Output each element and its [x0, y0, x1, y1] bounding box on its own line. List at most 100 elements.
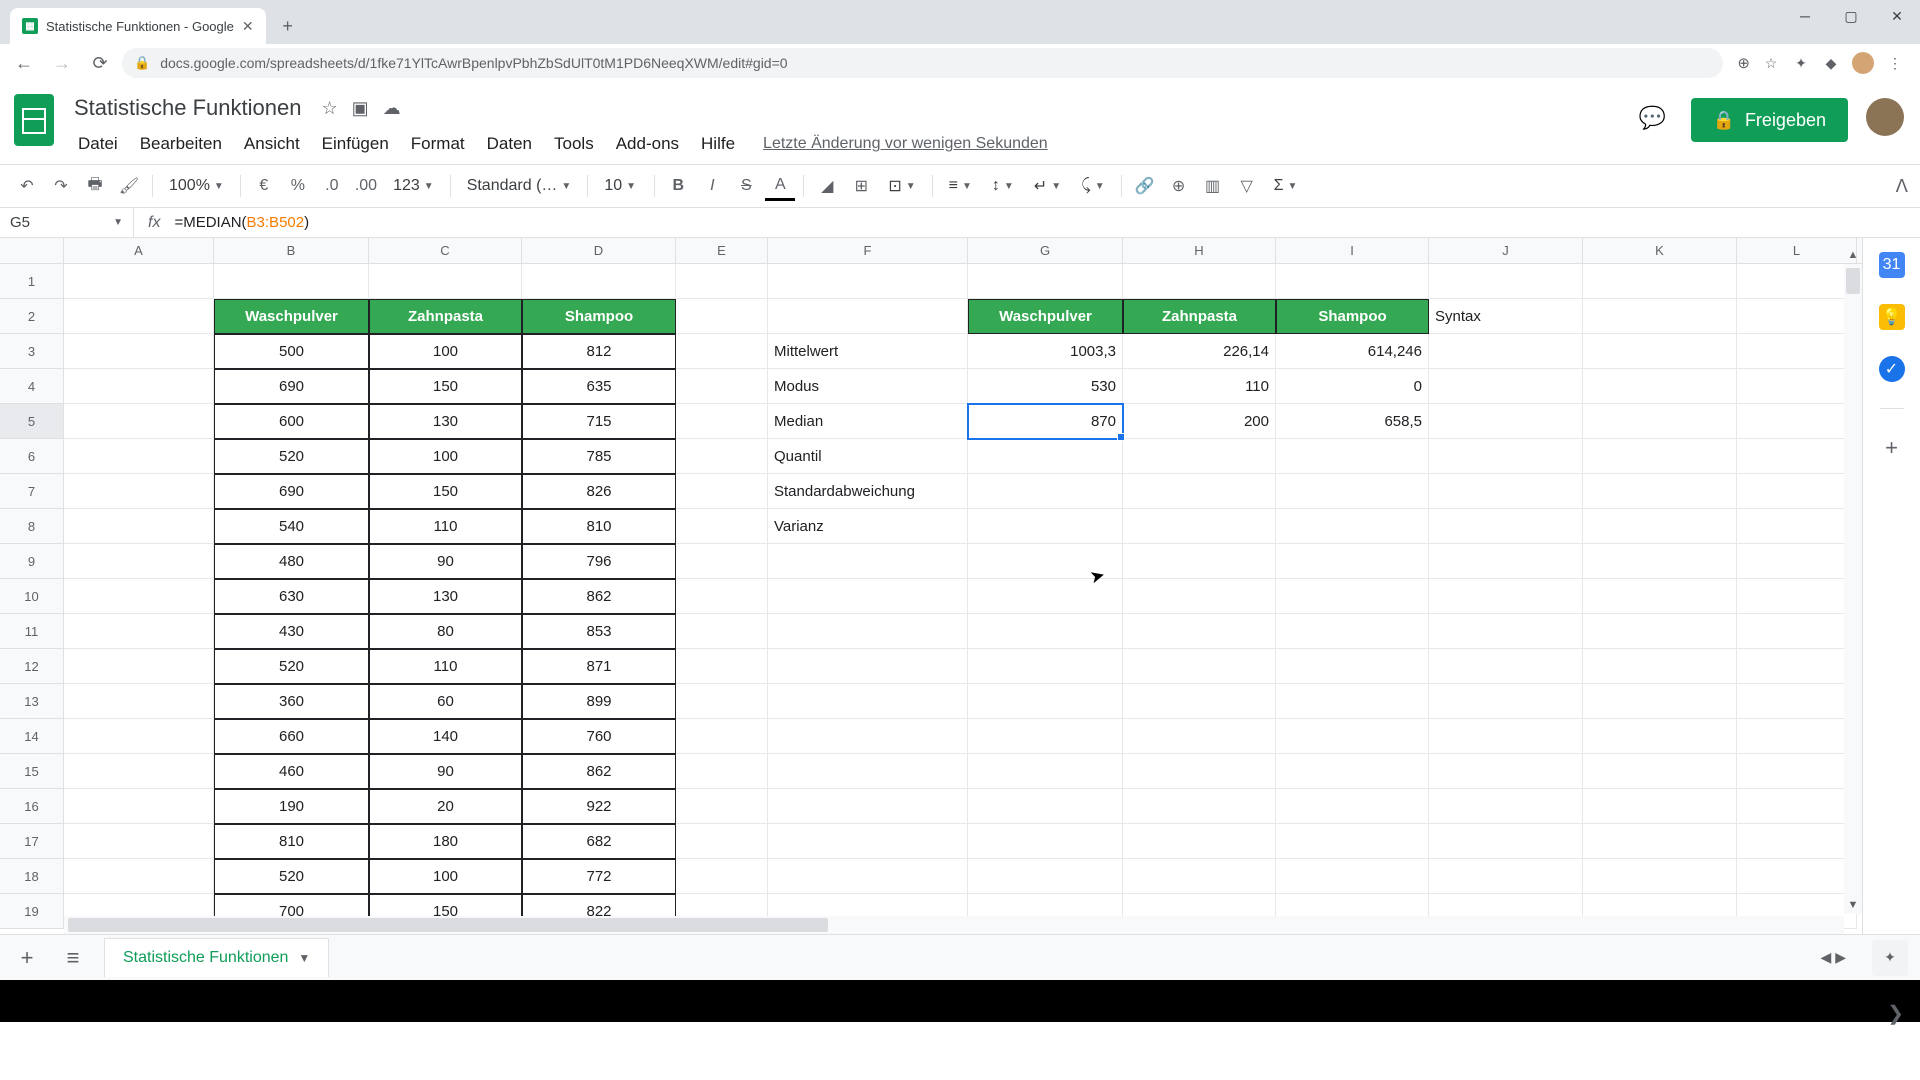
italic-button[interactable]: I	[697, 171, 727, 201]
cell-E1[interactable]	[676, 264, 768, 299]
number-format-select[interactable]: 123▼	[385, 177, 442, 195]
cloud-status-icon[interactable]: ☁	[383, 98, 401, 119]
cell-J13[interactable]	[1429, 684, 1583, 719]
cell-L12[interactable]	[1737, 649, 1857, 684]
cell-H8[interactable]	[1123, 509, 1276, 544]
cell-H11[interactable]	[1123, 614, 1276, 649]
cell-J14[interactable]	[1429, 719, 1583, 754]
menu-addons[interactable]: Add-ons	[606, 130, 689, 158]
cell-I5[interactable]: 658,5	[1276, 404, 1429, 439]
cell-H15[interactable]	[1123, 754, 1276, 789]
cell-C7[interactable]: 150	[369, 474, 522, 509]
cell-D4[interactable]: 635	[522, 369, 676, 404]
cell-I1[interactable]	[1276, 264, 1429, 299]
cell-J17[interactable]	[1429, 824, 1583, 859]
cell-G3[interactable]: 1003,3	[968, 334, 1123, 369]
cell-L4[interactable]	[1737, 369, 1857, 404]
cell-C3[interactable]: 100	[369, 334, 522, 369]
cell-B14[interactable]: 660	[214, 719, 369, 754]
horizontal-scrollbar[interactable]	[64, 916, 1844, 934]
strikethrough-button[interactable]: S	[731, 171, 761, 201]
paint-format-button[interactable]: 🖌	[114, 171, 144, 201]
cell-C11[interactable]: 80	[369, 614, 522, 649]
cell-H3[interactable]: 226,14	[1123, 334, 1276, 369]
row-header-14[interactable]: 14	[0, 719, 63, 754]
cell-D14[interactable]: 760	[522, 719, 676, 754]
font-size-select[interactable]: 10▼	[596, 177, 646, 195]
star-icon[interactable]: ☆	[1762, 54, 1780, 72]
cell-C15[interactable]: 90	[369, 754, 522, 789]
side-panel-toggle[interactable]: ❯	[1887, 1001, 1904, 1026]
cell-E5[interactable]	[676, 404, 768, 439]
add-sheet-button[interactable]: +	[12, 945, 42, 971]
cell-A6[interactable]	[64, 439, 214, 474]
sheet-next-button[interactable]: ▶	[1835, 949, 1846, 966]
cell-B18[interactable]: 520	[214, 859, 369, 894]
col-header-b[interactable]: B	[214, 238, 369, 263]
row-header-11[interactable]: 11	[0, 614, 63, 649]
cell-I7[interactable]	[1276, 474, 1429, 509]
cell-E10[interactable]	[676, 579, 768, 614]
cell-C10[interactable]: 130	[369, 579, 522, 614]
cell-H7[interactable]	[1123, 474, 1276, 509]
cell-H14[interactable]	[1123, 719, 1276, 754]
row-header-19[interactable]: 19	[0, 894, 63, 929]
cell-H4[interactable]: 110	[1123, 369, 1276, 404]
decrease-decimals-button[interactable]: .0	[317, 171, 347, 201]
cell-K17[interactable]	[1583, 824, 1737, 859]
row-header-13[interactable]: 13	[0, 684, 63, 719]
scroll-thumb[interactable]	[1846, 268, 1860, 294]
bold-button[interactable]: B	[663, 171, 693, 201]
cell-B10[interactable]: 630	[214, 579, 369, 614]
cell-L5[interactable]	[1737, 404, 1857, 439]
minimize-button[interactable]: ─	[1782, 0, 1828, 32]
cell-E17[interactable]	[676, 824, 768, 859]
cell-G18[interactable]	[968, 859, 1123, 894]
cell-D11[interactable]: 853	[522, 614, 676, 649]
text-color-button[interactable]: A	[765, 171, 795, 201]
menu-datei[interactable]: Datei	[68, 130, 128, 158]
merge-cells-button[interactable]: ⊡▼	[880, 176, 923, 196]
menu-hilfe[interactable]: Hilfe	[691, 130, 745, 158]
share-button[interactable]: 🔒 Freigeben	[1691, 98, 1848, 142]
print-button[interactable]: 🖶	[80, 171, 110, 201]
cell-C13[interactable]: 60	[369, 684, 522, 719]
cell-B17[interactable]: 810	[214, 824, 369, 859]
browser-menu-icon[interactable]: ⋮	[1886, 54, 1904, 72]
cell-J2[interactable]: Syntax	[1429, 299, 1583, 334]
cell-F18[interactable]	[768, 859, 968, 894]
cell-J12[interactable]	[1429, 649, 1583, 684]
calendar-icon[interactable]: 31	[1879, 252, 1905, 278]
cell-C16[interactable]: 20	[369, 789, 522, 824]
sheet-tab-active[interactable]: Statistische Funktionen ▼	[104, 938, 329, 977]
cell-F17[interactable]	[768, 824, 968, 859]
cell-H1[interactable]	[1123, 264, 1276, 299]
row-header-9[interactable]: 9	[0, 544, 63, 579]
cell-C9[interactable]: 90	[369, 544, 522, 579]
move-icon[interactable]: ▣	[352, 98, 369, 119]
chevron-down-icon[interactable]: ▼	[298, 951, 310, 965]
cell-K8[interactable]	[1583, 509, 1737, 544]
cell-G12[interactable]	[968, 649, 1123, 684]
col-header-f[interactable]: F	[768, 238, 968, 263]
cell-L16[interactable]	[1737, 789, 1857, 824]
cell-L6[interactable]	[1737, 439, 1857, 474]
cell-H9[interactable]	[1123, 544, 1276, 579]
cell-F11[interactable]	[768, 614, 968, 649]
cell-G10[interactable]	[968, 579, 1123, 614]
cell-F2[interactable]	[768, 299, 968, 334]
cell-F4[interactable]: Modus	[768, 369, 968, 404]
cell-I15[interactable]	[1276, 754, 1429, 789]
row-header-3[interactable]: 3	[0, 334, 63, 369]
cell-J15[interactable]	[1429, 754, 1583, 789]
cell-E7[interactable]	[676, 474, 768, 509]
cell-A5[interactable]	[64, 404, 214, 439]
cell-F15[interactable]	[768, 754, 968, 789]
cell-I14[interactable]	[1276, 719, 1429, 754]
address-bar[interactable]: 🔒 docs.google.com/spreadsheets/d/1fke71Y…	[122, 48, 1723, 78]
row-header-17[interactable]: 17	[0, 824, 63, 859]
cell-L11[interactable]	[1737, 614, 1857, 649]
cell-G9[interactable]	[968, 544, 1123, 579]
cell-D10[interactable]: 862	[522, 579, 676, 614]
cell-C5[interactable]: 130	[369, 404, 522, 439]
